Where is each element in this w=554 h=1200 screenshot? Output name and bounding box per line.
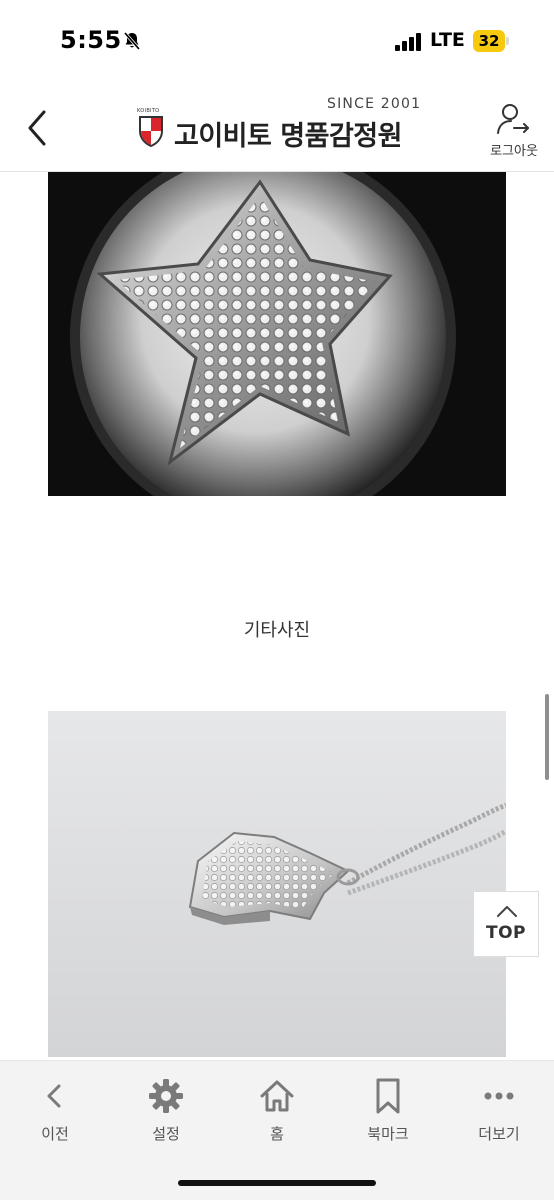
status-bar: 5:55 LTE 32 [0,0,554,84]
battery-icon: 32 [473,30,511,52]
bookmark-icon [376,1078,400,1114]
user-logout-icon [497,104,529,134]
since-text: SINCE 2001 [327,96,422,112]
koibito-shield-logo-icon [139,116,163,147]
bottom-toolbar: 이전 설정 홈 북마크 더보기 [0,1060,554,1200]
toolbar-label-back: 이전 [41,1125,69,1143]
more-dots-icon [484,1092,514,1100]
home-icon [260,1080,294,1112]
network-label: LTE [430,29,465,51]
toolbar-back-button[interactable]: 이전 [0,1077,110,1147]
status-time: 5:55 [60,26,122,54]
scrollbar[interactable] [545,694,549,780]
product-photo-pendant [48,711,506,1057]
logout-label: 로그아웃 [490,144,538,159]
toolbar-label-settings: 설정 [152,1125,180,1143]
toolbar-label-home: 홈 [270,1125,284,1143]
chevron-up-icon [497,906,517,917]
toolbar-label-more: 더보기 [478,1125,520,1143]
gear-icon [149,1079,183,1113]
screen: 5:55 LTE 32 SINCE 2001 KOIBITO 고이비토 명품감정… [0,0,554,1200]
toolbar-label-bookmark: 북마크 [367,1125,409,1143]
logout-button[interactable]: 로그아웃 [484,102,544,160]
bell-slash-icon [123,31,141,51]
brand-name[interactable]: 고이비토 명품감정원 [174,114,402,153]
scroll-to-top-button[interactable]: TOP [473,891,539,957]
chevron-left-icon [28,110,46,146]
logo-mark-text: KOIBITO [137,108,160,114]
top-label: TOP [485,923,526,943]
home-indicator[interactable] [178,1180,376,1186]
app-header: SINCE 2001 KOIBITO 고이비토 명품감정원 로그아웃 [0,84,554,172]
toolbar-settings-button[interactable]: 설정 [111,1077,221,1147]
toolbar-bookmark-button[interactable]: 북마크 [333,1077,443,1147]
toolbar-home-button[interactable]: 홈 [222,1077,332,1147]
toolbar-more-button[interactable]: 더보기 [444,1077,554,1147]
signal-bars-icon [395,33,421,51]
battery-level: 32 [478,32,500,50]
product-photo-loupe [48,172,506,496]
section-title: 기타사진 [243,620,311,641]
back-button[interactable] [20,108,54,148]
chevron-left-icon [47,1084,61,1108]
